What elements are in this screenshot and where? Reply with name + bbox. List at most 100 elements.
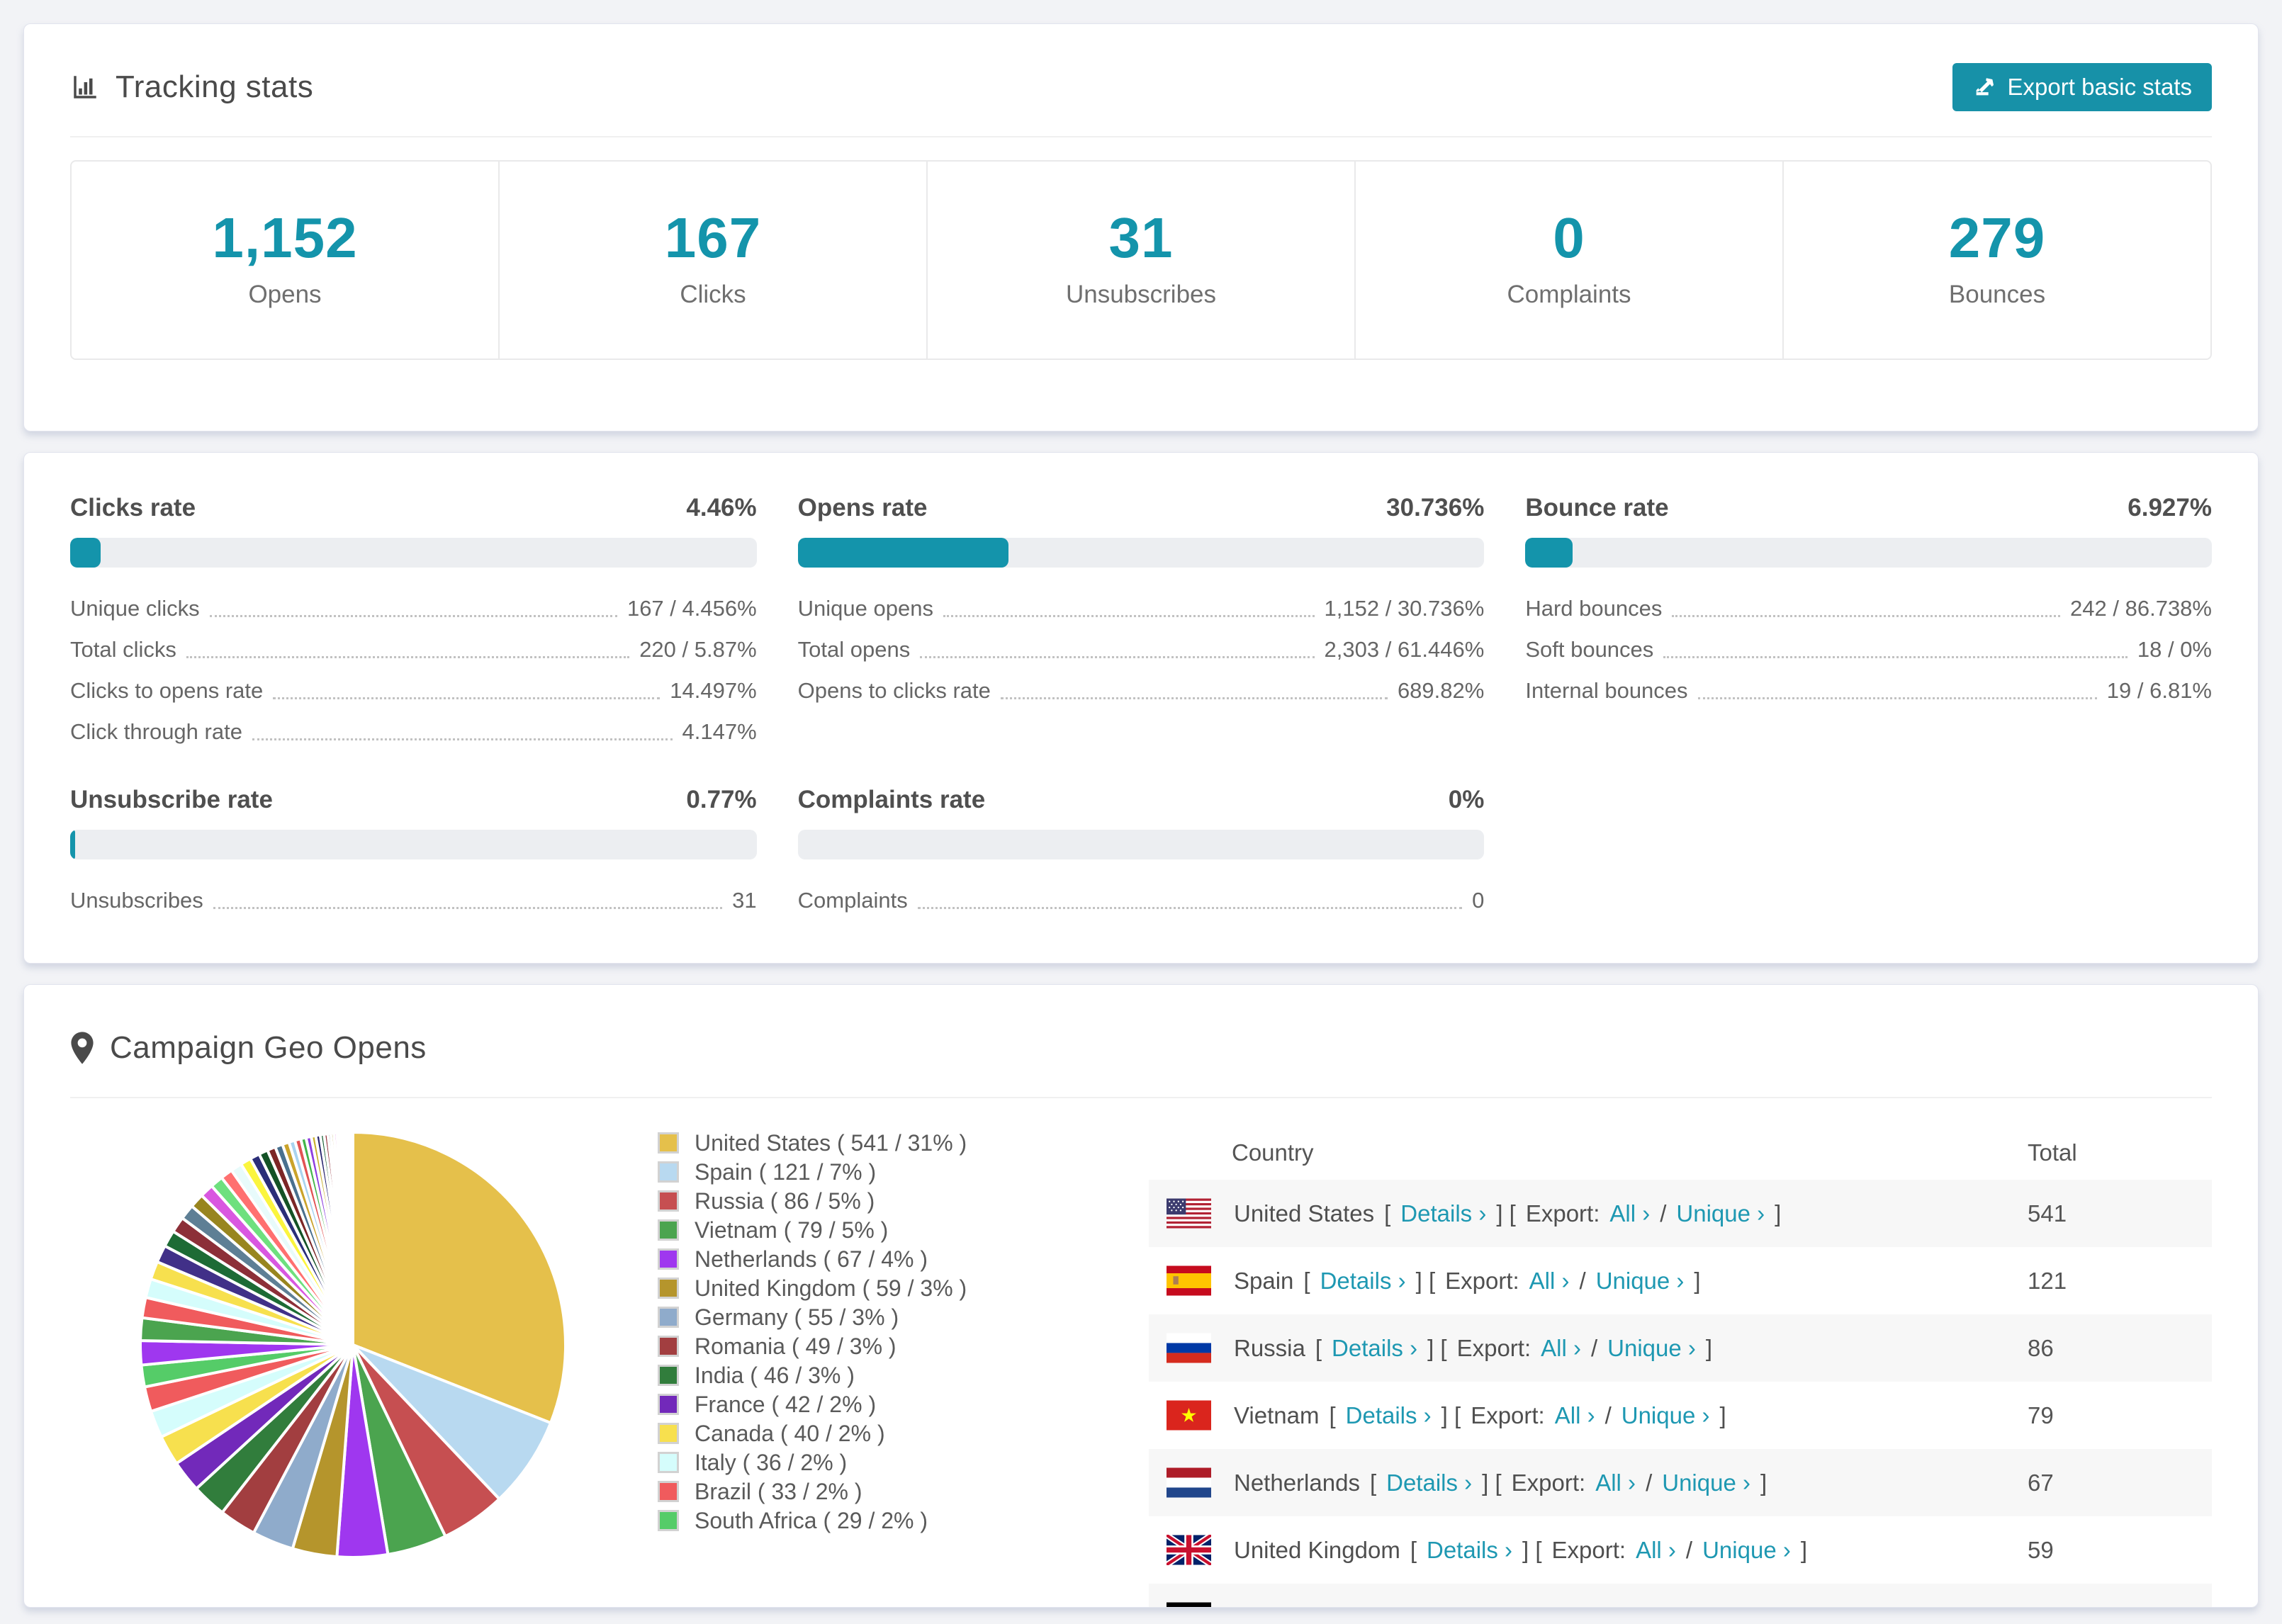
export-unique-link[interactable]: Unique › [1607, 1335, 1696, 1362]
legend-color-chip [658, 1452, 679, 1473]
export-icon [1972, 75, 1996, 99]
details-link[interactable]: Details › [1320, 1268, 1406, 1295]
rate-row: Unique clicks 167 / 4.456% [70, 587, 757, 628]
total-cell: 59 [2028, 1536, 2054, 1563]
legend-item: France ( 42 / 2% ) [658, 1392, 1115, 1417]
rate-row-value: 220 / 5.87% [639, 637, 757, 662]
rate-head: Unsubscribe rate 0.77% [70, 786, 757, 814]
bracket: ] [1705, 1334, 1713, 1361]
rate-row: Opens to clicks rate 689.82% [798, 670, 1485, 711]
flag-de-icon [1167, 1602, 1211, 1607]
rate-row-label: Total opens [797, 637, 911, 662]
export-unique-link[interactable]: Unique › [1702, 1537, 1791, 1564]
column-header-country: Country [1232, 1139, 1314, 1166]
details-link[interactable]: Details › [1332, 1335, 1417, 1362]
legend-label: India ( 46 / 3% ) [695, 1362, 855, 1388]
dotted-leader [252, 738, 673, 740]
legend-color-chip [658, 1307, 679, 1328]
legend-color-chip [658, 1365, 679, 1386]
country-name: United States [1234, 1200, 1375, 1227]
legend-item: Canada ( 40 / 2% ) [658, 1421, 1115, 1446]
details-link[interactable]: Details › [1400, 1200, 1486, 1227]
legend-label: United States ( 541 / 31% ) [695, 1129, 967, 1156]
rate-value: 0% [1448, 786, 1485, 813]
rate-value: 4.46% [686, 494, 757, 521]
summary-label: Complaints [1507, 281, 1631, 308]
export-unique-link[interactable]: Unique › [1596, 1268, 1685, 1295]
legend-label: Russia ( 86 / 5% ) [695, 1188, 875, 1214]
bracket: ] [1760, 1469, 1767, 1496]
table-row: United Kingdom [Details ›] [Export: All … [1149, 1516, 2212, 1584]
details-link[interactable]: Details › [1356, 1604, 1442, 1608]
dotted-leader [209, 615, 617, 617]
rate-row-value: 689.82% [1397, 678, 1485, 703]
tracking-stats-card: Tracking stats Export basic stats 1,152 O… [23, 23, 2259, 432]
slash: / [1590, 1334, 1598, 1361]
dotted-leader [1663, 656, 2128, 658]
export-unique-link[interactable]: Unique › [1621, 1402, 1710, 1429]
summary-stat: 31 Unsubscribes [926, 162, 1354, 359]
rate-head: Clicks rate 4.46% [70, 494, 757, 522]
bracket: [ [1410, 1536, 1417, 1563]
slash: / [1604, 1402, 1612, 1428]
export-all-link[interactable]: All › [1566, 1604, 1606, 1608]
bracket: ] [ [1496, 1200, 1516, 1227]
rate-head: Bounce rate 6.927% [1525, 494, 2212, 522]
details-link[interactable]: Details › [1346, 1402, 1432, 1429]
rate-row: Soft bounces 18 / 0% [1525, 628, 2212, 670]
summary-stat: 1,152 Opens [72, 162, 498, 359]
dotted-leader [186, 656, 630, 658]
export-all-link[interactable]: All › [1636, 1537, 1676, 1564]
legend-label: Netherlands ( 67 / 4% ) [695, 1246, 928, 1272]
summary-stat: 0 Complaints [1354, 162, 1782, 359]
rate-row: Click through rate 4.147% [70, 711, 757, 752]
export-all-link[interactable]: All › [1555, 1402, 1595, 1429]
progress-bar-track [797, 830, 1485, 859]
export-all-link[interactable]: All › [1609, 1200, 1650, 1227]
rate-rows: Unsubscribes 31 [70, 879, 757, 920]
details-link[interactable]: Details › [1427, 1537, 1512, 1564]
rate-row: Total clicks 220 / 5.87% [70, 628, 757, 670]
export-basic-stats-button[interactable]: Export basic stats [1952, 63, 2212, 111]
rate-row-label: Click through rate [70, 719, 242, 744]
progress-bar-fill [70, 830, 76, 859]
export-label: Export: [1445, 1267, 1519, 1294]
country-cell: Spain [Details ›] [Export: All › / Uniqu… [1167, 1265, 2028, 1296]
export-all-link[interactable]: All › [1541, 1335, 1581, 1362]
export-unique-link[interactable]: Unique › [1676, 1200, 1765, 1227]
bracket: ] [1694, 1267, 1701, 1294]
legend-label: Spain ( 121 / 7% ) [695, 1158, 877, 1185]
details-link[interactable]: Details › [1386, 1470, 1472, 1496]
export-all-link[interactable]: All › [1529, 1268, 1570, 1295]
flag-es-icon [1167, 1265, 1211, 1296]
column-header-total: Total [2028, 1139, 2077, 1166]
country-name: Spain [1234, 1267, 1294, 1294]
rate-head: Opens rate 30.736% [798, 494, 1485, 522]
rate-rows: Complaints 0 [798, 879, 1485, 920]
flag-us-icon [1167, 1198, 1211, 1229]
progress-bar-track [70, 538, 757, 568]
country-name: Germany [1234, 1604, 1330, 1608]
export-unique-link[interactable]: Unique › [1662, 1470, 1750, 1496]
summary-stat: 167 Clicks [498, 162, 926, 359]
rate-head: Complaints rate 0% [798, 786, 1485, 814]
table-row: Germany [Details ›] [Export: All › / Uni… [1149, 1584, 2212, 1608]
geo-table-header: Country Total [1149, 1125, 2212, 1180]
rate-title: Unsubscribe rate [70, 786, 273, 813]
legend-item: Italy ( 36 / 2% ) [658, 1450, 1115, 1475]
legend-label: South Africa ( 29 / 2% ) [695, 1507, 928, 1533]
bracket: ] [1800, 1536, 1807, 1563]
legend-item: Romania ( 49 / 3% ) [658, 1333, 1115, 1359]
rate-row-value: 0 [1472, 888, 1485, 913]
legend-label: United Kingdom ( 59 / 3% ) [695, 1275, 967, 1301]
legend-color-chip [658, 1481, 679, 1502]
country-name: United Kingdom [1234, 1536, 1400, 1563]
legend-label: Vietnam ( 79 / 5% ) [695, 1217, 889, 1243]
export-all-link[interactable]: All › [1595, 1470, 1636, 1496]
legend-color-chip [658, 1510, 679, 1531]
rate-value: 0.77% [686, 786, 757, 813]
export-unique-link[interactable]: Unique › [1632, 1604, 1721, 1608]
legend-item: United States ( 541 / 31% ) [658, 1129, 1115, 1156]
legend-color-chip [658, 1423, 679, 1444]
slash: / [1579, 1267, 1586, 1294]
